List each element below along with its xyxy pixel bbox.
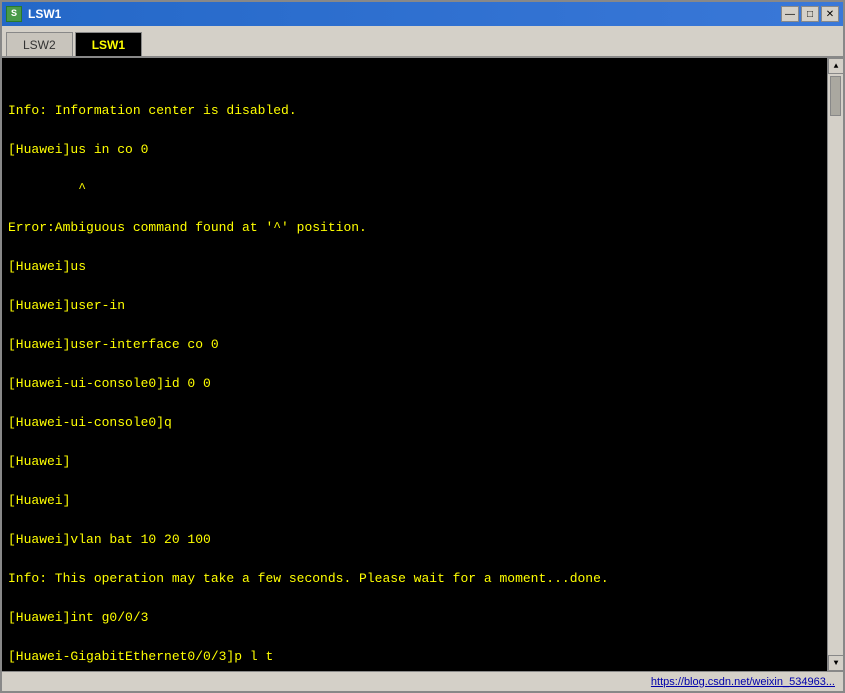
- terminal-line: Info: Information center is disabled.: [8, 101, 821, 121]
- terminal-line: Error:Ambiguous command found at '^' pos…: [8, 218, 821, 238]
- terminal-line: ^: [8, 179, 821, 199]
- minimize-button[interactable]: —: [781, 6, 799, 22]
- tab-bar: LSW2 LSW1: [2, 26, 843, 58]
- terminal-line: [Huawei]us: [8, 257, 821, 277]
- status-bar: https://blog.csdn.net/weixin_534963...: [2, 671, 843, 691]
- title-controls: — □ ✕: [781, 6, 839, 22]
- terminal-line: [Huawei-ui-console0]id 0 0: [8, 374, 821, 394]
- terminal-line: [Huawei]int g0/0/3: [8, 608, 821, 628]
- terminal-line: [Huawei]: [8, 491, 821, 511]
- terminal-line: Info: This operation may take a few seco…: [8, 569, 821, 589]
- terminal-line: [Huawei]user-in: [8, 296, 821, 316]
- title-bar-left: S LSW1: [6, 6, 61, 22]
- terminal-content[interactable]: Info: Information center is disabled. [H…: [2, 58, 827, 671]
- window-icon: S: [6, 6, 22, 22]
- window-frame: S LSW1 — □ ✕ LSW2 LSW1 Info: Information…: [0, 0, 845, 693]
- terminal-line: [Huawei]: [8, 452, 821, 472]
- terminal-line: [Huawei-ui-console0]q: [8, 413, 821, 433]
- tab-lsw1[interactable]: LSW1: [75, 32, 142, 56]
- scrollbar: ▲ ▼: [827, 58, 843, 671]
- title-bar: S LSW1 — □ ✕: [2, 2, 843, 26]
- maximize-button[interactable]: □: [801, 6, 819, 22]
- terminal-line: [Huawei]user-interface co 0: [8, 335, 821, 355]
- window-title: LSW1: [28, 7, 61, 21]
- terminal-line: [Huawei]vlan bat 10 20 100: [8, 530, 821, 550]
- tab-lsw2[interactable]: LSW2: [6, 32, 73, 56]
- scroll-down-button[interactable]: ▼: [828, 655, 843, 671]
- terminal-line: [Huawei]us in co 0: [8, 140, 821, 160]
- scroll-track: [828, 74, 843, 655]
- scroll-thumb[interactable]: [830, 76, 841, 116]
- scroll-up-button[interactable]: ▲: [828, 58, 843, 74]
- terminal-container: Info: Information center is disabled. [H…: [2, 58, 843, 671]
- terminal-line: [Huawei-GigabitEthernet0/0/3]p l t: [8, 647, 821, 667]
- status-url[interactable]: https://blog.csdn.net/weixin_534963...: [651, 676, 835, 688]
- close-button[interactable]: ✕: [821, 6, 839, 22]
